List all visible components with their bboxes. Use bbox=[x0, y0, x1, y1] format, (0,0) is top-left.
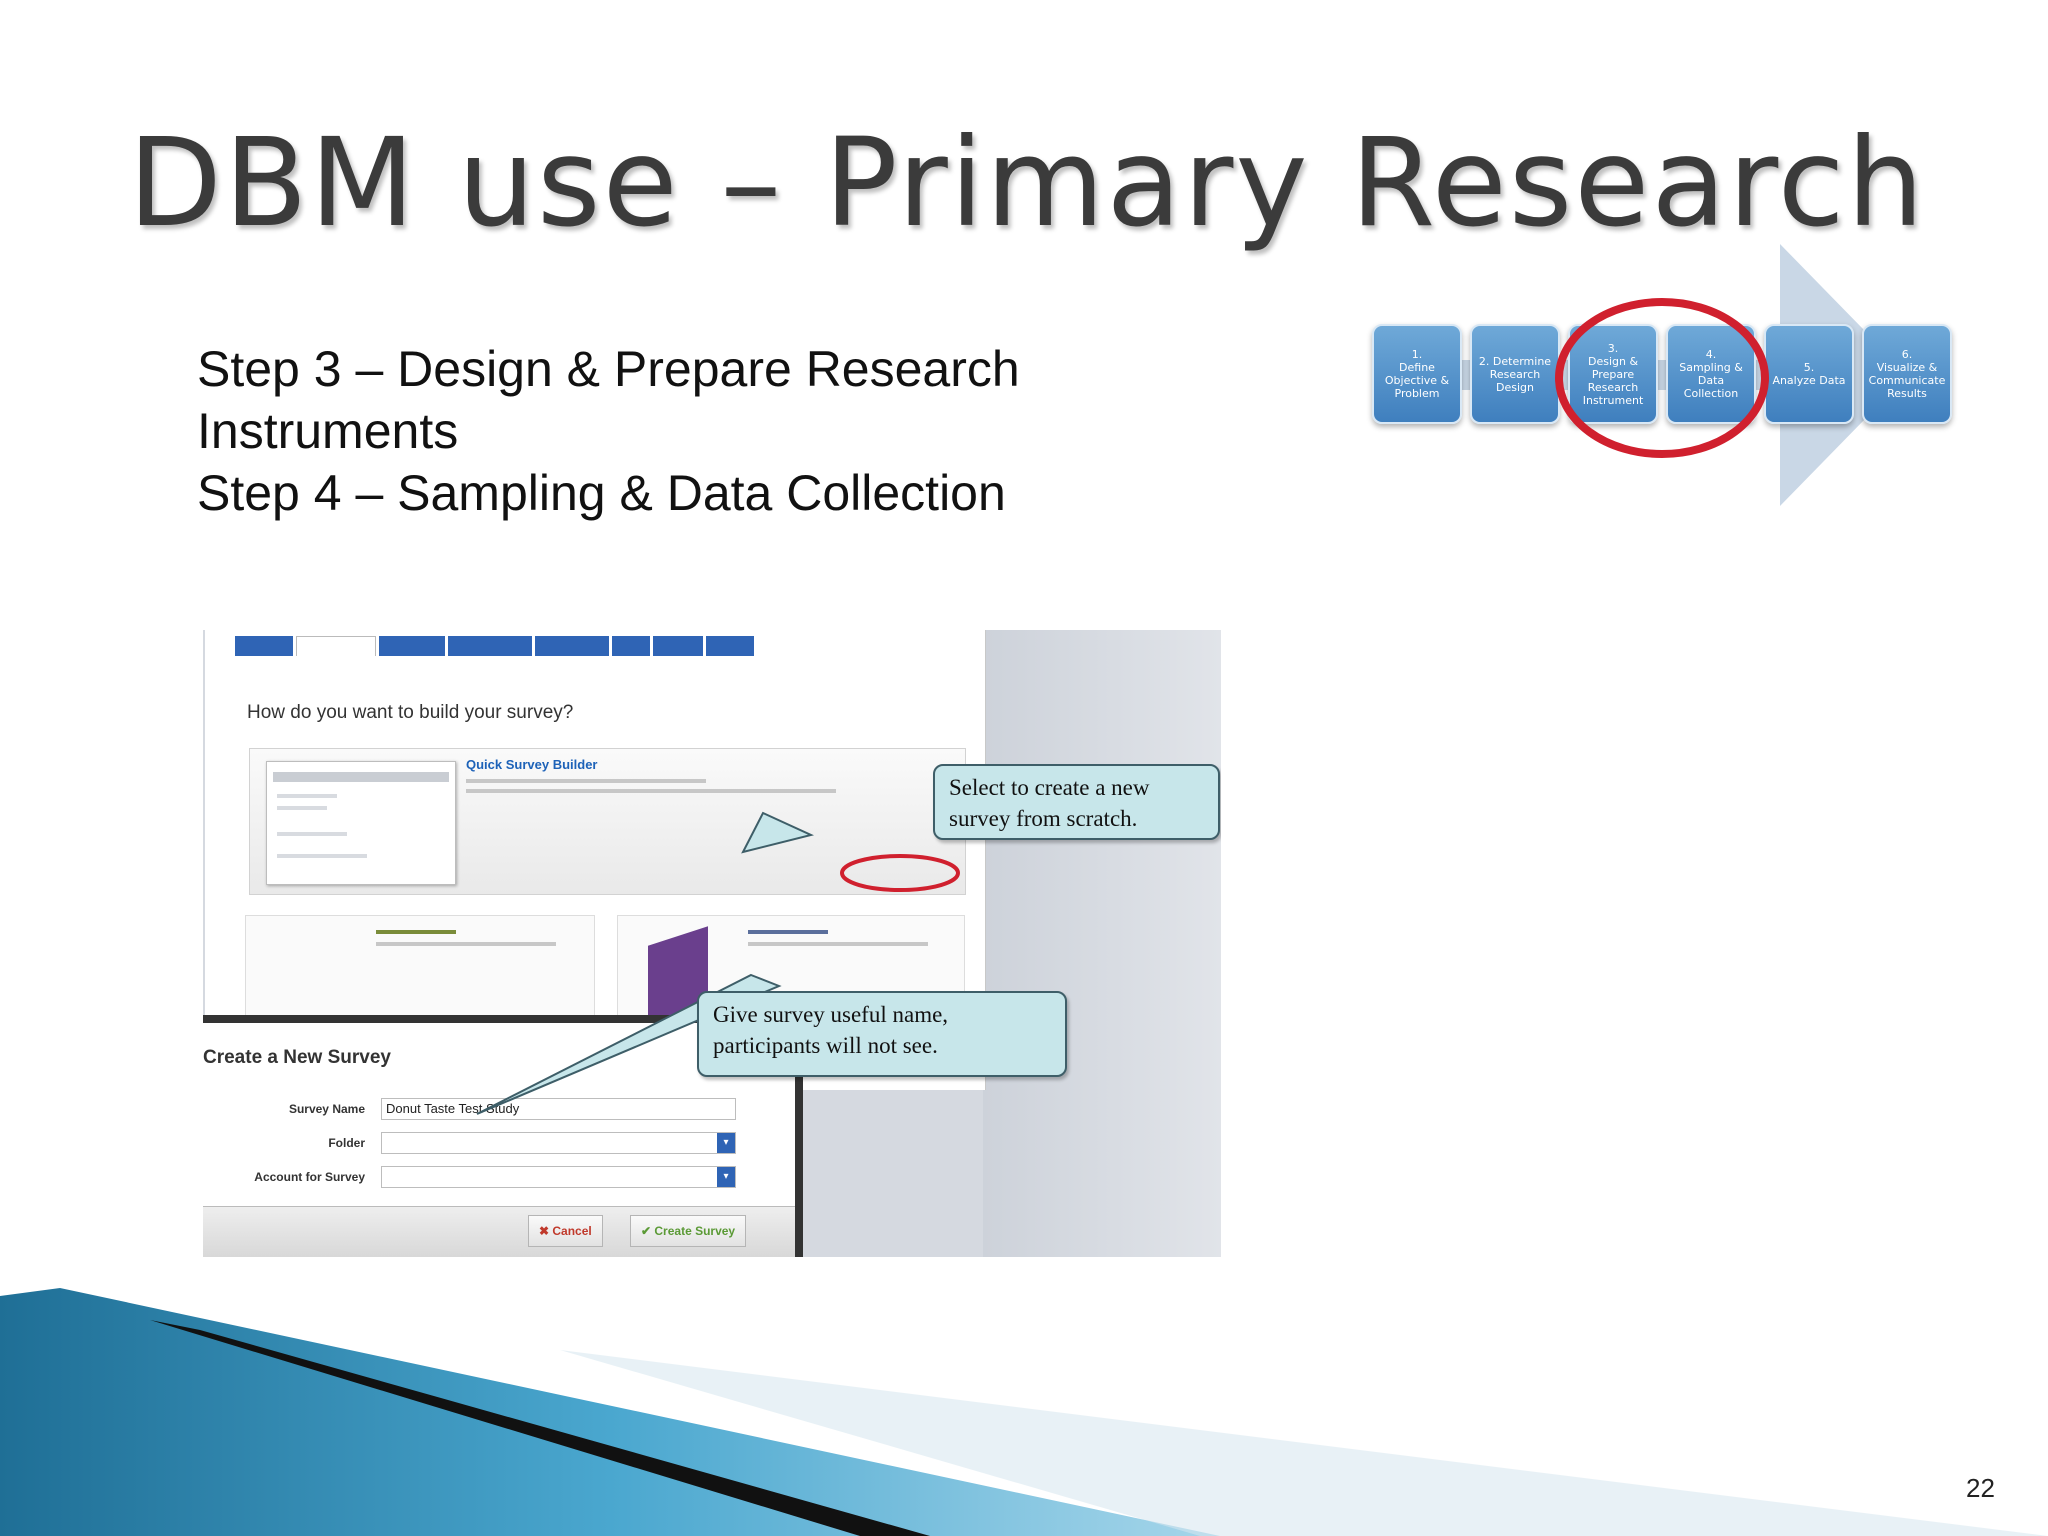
check-icon: ✔ bbox=[641, 1224, 655, 1238]
slide: DBM use – Primary Research Step 3 – Desi… bbox=[0, 0, 2048, 1536]
chevron-down-icon[interactable]: ▾ bbox=[717, 1167, 735, 1187]
process-diagram: 1. Define Objective & Problem 2. Determine R… bbox=[1360, 240, 1960, 510]
tab[interactable] bbox=[706, 636, 754, 656]
option-title bbox=[376, 930, 456, 934]
step-line: Step 3 – Design & Prepare Research bbox=[197, 341, 1020, 397]
process-step-3: 3. Design & Prepare Research Instrument bbox=[1568, 324, 1658, 424]
quick-survey-builder-option[interactable]: Quick Survey Builder ▸ ▸ ▸ ▸ ▸ bbox=[249, 748, 966, 993]
option-description bbox=[748, 942, 928, 946]
tab[interactable] bbox=[653, 636, 703, 656]
dialog-title: Create a New Survey bbox=[203, 1047, 391, 1068]
callout-select-option: Select to create a new survey from scrat… bbox=[933, 764, 1220, 840]
survey-name-value: Donut Taste Test Study bbox=[386, 1101, 520, 1116]
builder-thumbnail bbox=[266, 761, 456, 885]
survey-screenshot: How do you want to build your survey? Qu… bbox=[203, 630, 1221, 1257]
create-label: Create Survey bbox=[654, 1224, 736, 1238]
cancel-label: Cancel bbox=[552, 1224, 592, 1238]
tab[interactable] bbox=[235, 636, 293, 656]
screenshot-background bbox=[983, 630, 1221, 1257]
callout-survey-name: Give survey useful name, participants wi… bbox=[697, 991, 1067, 1077]
account-select[interactable]: ▾ bbox=[381, 1166, 736, 1188]
tab[interactable] bbox=[448, 636, 532, 656]
quick-builder-title: Quick Survey Builder bbox=[466, 757, 598, 772]
option-description bbox=[466, 779, 706, 783]
option-description bbox=[376, 942, 556, 946]
survey-name-input[interactable]: Donut Taste Test Study bbox=[381, 1098, 736, 1120]
field-label: Account for Survey bbox=[254, 1170, 365, 1184]
step-line: Instruments bbox=[197, 403, 459, 459]
tab[interactable] bbox=[535, 636, 609, 656]
tab[interactable] bbox=[379, 636, 445, 656]
process-step-2: 2. Determine Research Design bbox=[1470, 324, 1560, 424]
build-question: How do you want to build your survey? bbox=[247, 702, 574, 723]
field-label: Survey Name bbox=[288, 1102, 365, 1116]
folder-select[interactable]: ▾ bbox=[381, 1132, 736, 1154]
step-line: Step 4 – Sampling & Data Collection bbox=[197, 465, 1006, 521]
field-label: Folder bbox=[328, 1136, 365, 1150]
process-step-1: 1. Define Objective & Problem bbox=[1372, 324, 1462, 424]
process-step-6: 6. Visualize & Communicate Results bbox=[1862, 324, 1952, 424]
tab[interactable] bbox=[612, 636, 650, 656]
process-step-5: 5. Analyze Data bbox=[1764, 324, 1854, 424]
option-description bbox=[466, 789, 836, 793]
slide-title: DBM use – Primary Research bbox=[128, 112, 1927, 254]
page-number: 22 bbox=[1966, 1473, 1995, 1503]
tab-bar bbox=[235, 636, 754, 656]
process-step-4: 4. Sampling & Data Collection bbox=[1666, 324, 1756, 424]
chevron-down-icon[interactable]: ▾ bbox=[717, 1133, 735, 1153]
steps-text: Step 3 – Design & Prepare Research Instr… bbox=[197, 338, 1020, 524]
create-from-copy-option[interactable] bbox=[245, 915, 595, 1017]
close-icon: ✖ bbox=[539, 1224, 553, 1238]
corner-decoration bbox=[0, 1288, 2048, 1536]
option-title bbox=[748, 930, 828, 934]
tab-active[interactable] bbox=[296, 636, 376, 656]
